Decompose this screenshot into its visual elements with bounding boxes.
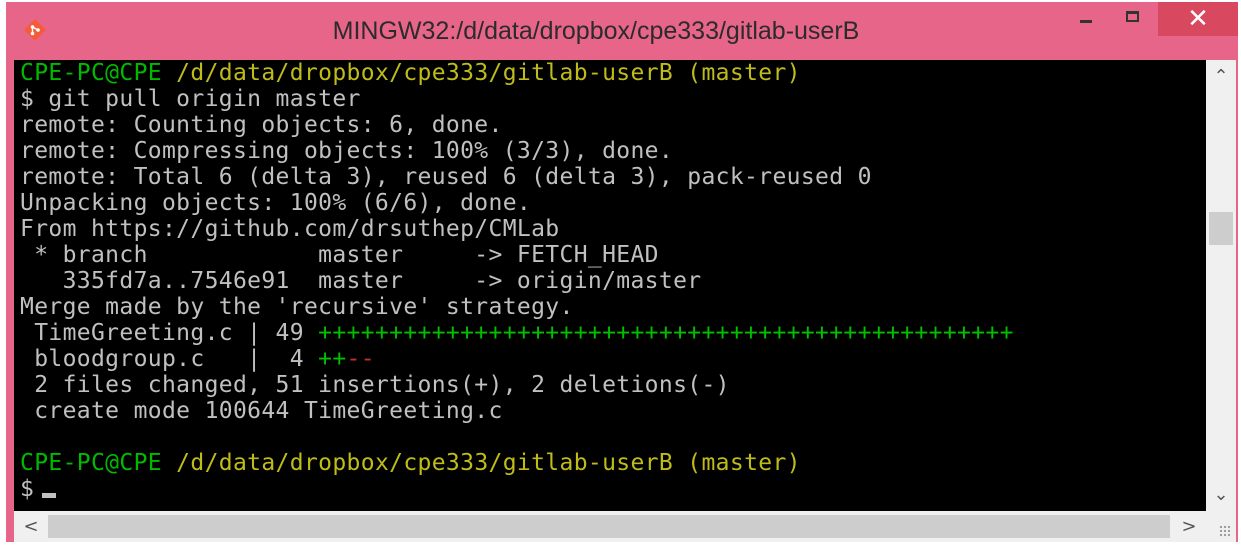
summary-line: 2 files changed, 51 insertions(+), 2 del… <box>20 372 730 398</box>
command-line: $ git pull origin master <box>20 86 361 112</box>
scroll-left-icon[interactable]: < <box>16 511 46 542</box>
scroll-up-icon[interactable]: ⌃ <box>1206 62 1236 92</box>
diffstat-plus: ++ <box>318 346 347 372</box>
diffstat-file: TimeGreeting.c | 49 <box>20 320 319 346</box>
resize-grip-icon[interactable] <box>1219 525 1231 537</box>
maximize-button[interactable] <box>1106 2 1158 36</box>
git-diamond-icon <box>24 19 46 41</box>
close-icon: ✕ <box>1187 4 1209 34</box>
close-button[interactable]: ✕ <box>1158 2 1238 36</box>
prompt-path: /d/data/dropbox/cpe333/gitlab-userB (mas… <box>161 60 801 86</box>
prompt-user: CPE-PC@CPE <box>20 450 162 476</box>
title-bar[interactable]: MINGW32:/d/data/dropbox/cpe333/gitlab-us… <box>6 2 1238 60</box>
output-line: 335fd7a..7546e91 master -> origin/master <box>20 268 702 294</box>
terminal-window: MINGW32:/d/data/dropbox/cpe333/gitlab-us… <box>6 2 1238 542</box>
maximize-icon <box>1126 11 1139 22</box>
diffstat-minus: -- <box>346 346 375 372</box>
horizontal-scroll-thumb[interactable] <box>48 515 1170 538</box>
scroll-down-icon[interactable]: ⌄ <box>1206 480 1236 510</box>
output-line: * branch master -> FETCH_HEAD <box>20 242 659 268</box>
output-line: Merge made by the 'recursive' strategy. <box>20 294 574 320</box>
diffstat-plus: ++++++++++++++++++++++++++++++++++++++++… <box>318 320 1014 346</box>
diffstat-line: bloodgroup.c | 4 ++-- <box>20 346 375 372</box>
scroll-right-icon[interactable]: > <box>1174 511 1204 542</box>
output-line: Unpacking objects: 100% (6/6), done. <box>20 190 532 216</box>
horizontal-scrollbar[interactable]: < > <box>14 511 1206 542</box>
diffstat-file: bloodgroup.c | 4 <box>20 346 319 372</box>
vertical-scroll-thumb[interactable] <box>1209 212 1233 245</box>
prompt-symbol: $ <box>20 476 35 502</box>
prompt-line: CPE-PC@CPE /d/data/dropbox/cpe333/gitlab… <box>20 60 801 86</box>
prompt-path: /d/data/dropbox/cpe333/gitlab-userB (mas… <box>161 450 801 476</box>
vertical-scrollbar[interactable]: ⌃ ⌄ <box>1206 60 1236 511</box>
resize-corner[interactable] <box>1206 511 1236 542</box>
minimize-icon <box>1080 20 1092 23</box>
input-line[interactable]: $ <box>20 476 57 502</box>
prompt-line: CPE-PC@CPE /d/data/dropbox/cpe333/gitlab… <box>20 450 801 476</box>
output-line: remote: Compressing objects: 100% (3/3),… <box>20 138 674 164</box>
summary-line: create mode 100644 TimeGreeting.c <box>20 398 503 424</box>
prompt-user: CPE-PC@CPE <box>20 60 162 86</box>
output-line: remote: Total 6 (delta 3), reused 6 (del… <box>20 164 872 190</box>
text-cursor <box>42 493 57 498</box>
window-title: MINGW32:/d/data/dropbox/cpe333/gitlab-us… <box>332 17 860 45</box>
minimize-button[interactable] <box>1066 2 1106 36</box>
terminal-output[interactable]: CPE-PC@CPE /d/data/dropbox/cpe333/gitlab… <box>14 60 1206 511</box>
diffstat-line: TimeGreeting.c | 49 ++++++++++++++++++++… <box>20 320 1014 346</box>
output-line: From https://github.com/drsuthep/CMLab <box>20 216 560 242</box>
output-line: remote: Counting objects: 6, done. <box>20 112 503 138</box>
